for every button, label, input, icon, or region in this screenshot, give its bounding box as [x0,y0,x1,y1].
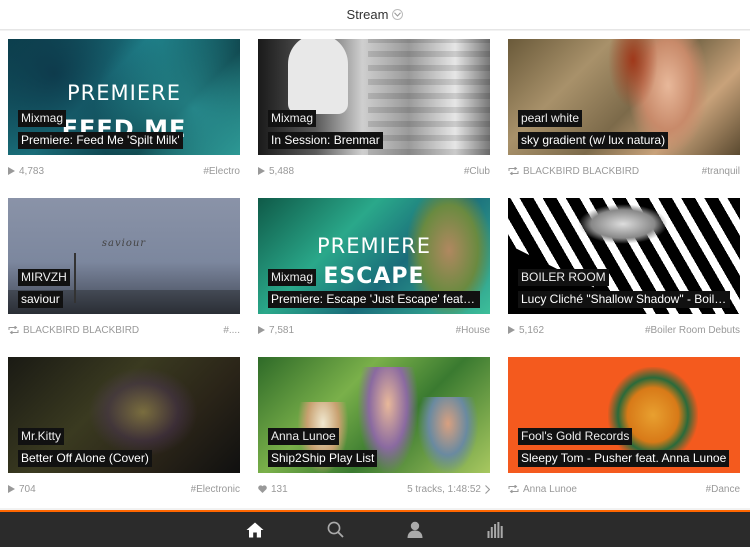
track-card: Mixmag In Session: Brenmar 5,488 #Club [250,31,500,190]
track-card: pearl white sky gradient (w/ lux natura)… [500,31,750,190]
track-artwork[interactable]: BOILER ROOM Lucy Cliché "Shallow Shadow"… [508,198,740,314]
track-card: Fool's Gold Records Sleepy Tom - Pusher … [500,349,750,508]
play-count: 704 [19,483,36,495]
playlist-info: 5 tracks, 1:48:52 [407,483,481,495]
track-user[interactable]: Mixmag [18,110,67,127]
reposter[interactable]: Anna Lunoe [523,484,577,495]
track-card: saviour MIRVZH saviour BLACKBIRD BLACKBI… [0,190,250,349]
activity-icon [487,521,503,538]
track-title[interactable]: Sleepy Tom - Pusher feat. Anna Lunoe [518,450,730,467]
user-icon [407,521,423,538]
track-title[interactable]: Premiere: Escape 'Just Escape' feat D... [268,291,480,308]
track-title[interactable]: In Session: Brenmar [268,132,383,149]
track-artwork[interactable]: Fool's Gold Records Sleepy Tom - Pusher … [508,357,740,473]
track-user[interactable]: BOILER ROOM [518,269,609,286]
track-tag[interactable]: #Electronic [191,484,240,495]
track-user[interactable]: Mixmag [268,110,317,127]
bottom-tab-bar [0,512,750,547]
play-count: 5,488 [269,165,295,177]
track-title[interactable]: Better Off Alone (Cover) [18,450,152,467]
track-tag[interactable]: #Dance [706,484,740,495]
track-tag[interactable]: #.... [223,325,240,336]
track-artwork[interactable]: Mr.Kitty Better Off Alone (Cover) [8,357,240,473]
track-artwork[interactable]: Anna Lunoe Ship2Ship Play List [258,357,490,473]
page-title: Stream [346,7,389,22]
home-icon [246,522,264,537]
play-icon [8,167,15,175]
track-card: PREMIERE FEED ME Mixmag Premiere: Feed M… [0,31,250,190]
track-title[interactable]: Premiere: Feed Me 'Spilt Milk' [18,132,183,149]
repost-icon [508,485,519,493]
chevron-down-icon [392,9,404,20]
track-tag[interactable]: #Boiler Room Debuts [645,325,740,336]
play-icon [258,326,265,334]
repost-icon [508,167,519,175]
track-user[interactable]: Anna Lunoe [268,428,339,445]
track-artwork[interactable]: Mixmag In Session: Brenmar [258,39,490,155]
artwork-text: saviour [101,238,147,249]
track-card: Anna Lunoe Ship2Ship Play List 131 5 tra… [250,349,500,508]
track-title[interactable]: sky gradient (w/ lux natura) [518,132,669,149]
tab-home[interactable] [215,512,295,547]
top-bar: Stream [0,0,750,30]
track-tag[interactable]: #Electro [203,166,240,177]
play-count: 7,581 [269,324,295,336]
tab-you[interactable] [375,512,455,547]
chevron-right-icon[interactable] [485,484,490,494]
play-count: 4,783 [19,165,45,177]
track-title[interactable]: Lucy Cliché "Shallow Shadow" - Boile... [518,291,730,308]
track-user[interactable]: Mixmag [268,269,317,286]
repost-icon [8,326,19,334]
track-artwork[interactable]: PREMIERE ESCAPE Mixmag Premiere: Escape … [258,198,490,314]
play-count: 5,162 [519,324,545,336]
reposter[interactable]: BLACKBIRD BLACKBIRD [23,325,139,336]
heart-icon [258,485,267,493]
track-tag[interactable]: #House [456,325,490,336]
track-tag[interactable]: #tranquil [702,166,740,177]
track-artwork[interactable]: saviour MIRVZH saviour [8,198,240,314]
track-card: BOILER ROOM Lucy Cliché "Shallow Shadow"… [500,190,750,349]
track-card: Mr.Kitty Better Off Alone (Cover) 704 #E… [0,349,250,508]
track-artwork[interactable]: pearl white sky gradient (w/ lux natura) [508,39,740,155]
artwork-text: PREMIERE [317,234,431,258]
play-icon [8,485,15,493]
stream-selector[interactable]: Stream [347,7,404,22]
track-title[interactable]: saviour [18,291,63,308]
track-tag[interactable]: #Club [464,166,490,177]
artwork-text: PREMIERE [67,81,181,105]
track-user[interactable]: Fool's Gold Records [518,428,633,445]
play-icon [258,167,265,175]
search-icon [327,521,344,538]
play-icon [508,326,515,334]
track-user[interactable]: pearl white [518,110,583,127]
track-user[interactable]: MIRVZH [18,269,70,286]
reposter[interactable]: BLACKBIRD BLACKBIRD [523,166,639,177]
like-count: 131 [271,483,288,495]
track-artwork[interactable]: PREMIERE FEED ME Mixmag Premiere: Feed M… [8,39,240,155]
tab-activity[interactable] [455,512,535,547]
tab-search[interactable] [295,512,375,547]
track-title[interactable]: Ship2Ship Play List [268,450,378,467]
track-card: PREMIERE ESCAPE Mixmag Premiere: Escape … [250,190,500,349]
stream-grid: PREMIERE FEED ME Mixmag Premiere: Feed M… [0,31,750,510]
track-user[interactable]: Mr.Kitty [18,428,65,445]
